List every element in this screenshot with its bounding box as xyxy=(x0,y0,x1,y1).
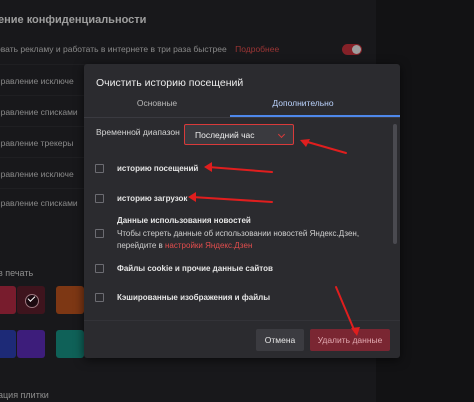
dialog-title: Очистить историю посещений xyxy=(96,77,244,89)
chevron-down-icon xyxy=(277,130,286,139)
time-range-value: Последний час xyxy=(195,130,255,140)
cancel-button[interactable]: Отмена xyxy=(256,329,304,351)
active-tab-indicator xyxy=(230,115,400,117)
time-range-label: Временной диапазон xyxy=(96,127,180,137)
footer-divider xyxy=(84,320,400,321)
tab-divider xyxy=(84,117,400,118)
option-description-line2: перейдите в настройки Яндекс.Дзен xyxy=(117,241,252,250)
tab-basic[interactable]: Основные xyxy=(84,98,230,118)
checkbox[interactable] xyxy=(95,229,104,238)
checkbox[interactable] xyxy=(95,264,104,273)
scrollbar[interactable] xyxy=(393,124,397,244)
option-label: Файлы cookie и прочие данные сайтов xyxy=(117,264,273,273)
checkbox[interactable] xyxy=(95,293,104,302)
option-label: историю посещений xyxy=(117,164,199,173)
clear-history-dialog: Очистить историю посещений Основные Допо… xyxy=(84,64,400,358)
option-description-text: перейдите в xyxy=(117,241,163,250)
delete-data-button[interactable]: Удалить данные xyxy=(310,329,390,351)
option-label: Кэшированные изображения и файлы xyxy=(117,293,271,302)
option-label: Данные использования новостей xyxy=(117,216,251,225)
checkbox[interactable] xyxy=(95,164,104,173)
option-label: историю загрузок xyxy=(117,194,188,203)
time-range-select[interactable]: Последний час xyxy=(184,124,294,145)
checkbox[interactable] xyxy=(95,194,104,203)
option-description: Чтобы стереть данные об использовании но… xyxy=(117,229,360,238)
zen-settings-link[interactable]: настройки Яндекс.Дзен xyxy=(165,241,252,250)
